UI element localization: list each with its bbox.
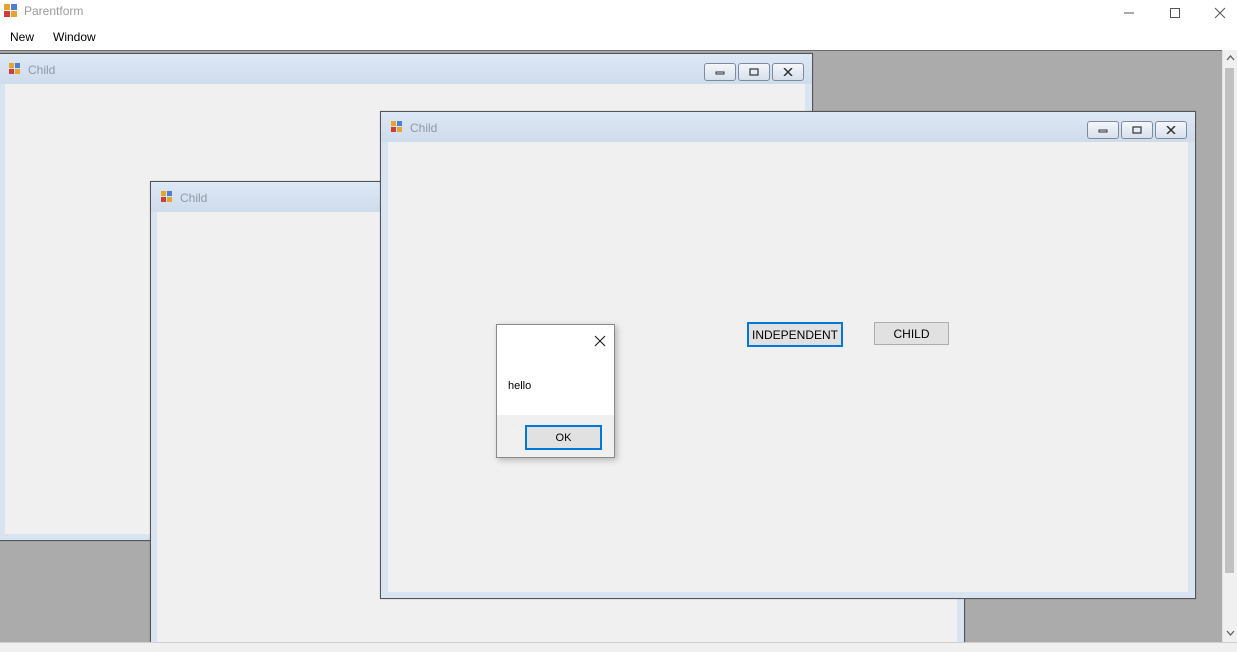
child-button[interactable]: CHILD <box>874 322 949 345</box>
app-icon <box>4 4 17 17</box>
child-caption[interactable] <box>0 54 812 84</box>
child-restore-button[interactable] <box>738 63 770 81</box>
minimize-icon <box>1098 129 1108 133</box>
scrollbar-thumb[interactable] <box>1225 68 1234 573</box>
child-close-button[interactable] <box>1155 121 1187 139</box>
minimize-icon <box>715 71 725 75</box>
close-icon <box>594 335 606 347</box>
close-button[interactable] <box>1197 0 1237 25</box>
child-minimize-button[interactable] <box>704 63 736 81</box>
mdi-restore-icon <box>1132 126 1142 134</box>
mdi-restore-icon <box>749 68 759 76</box>
bottom-strip <box>0 642 1237 652</box>
child-title: Child <box>180 191 208 205</box>
child-title: Child <box>410 121 438 135</box>
maximize-icon <box>1170 7 1180 18</box>
scroll-up-icon[interactable] <box>1226 55 1235 61</box>
close-icon <box>1166 126 1176 134</box>
child-caption[interactable] <box>381 112 1195 142</box>
message-text: hello <box>508 380 532 392</box>
close-icon <box>1214 7 1226 18</box>
minimize-icon <box>1124 12 1134 13</box>
child-minimize-button[interactable] <box>1087 121 1119 139</box>
child-close-button[interactable] <box>772 63 804 81</box>
minimize-button[interactable] <box>1106 0 1152 25</box>
title-bar[interactable]: Parentform <box>0 0 1237 25</box>
child-app-icon <box>161 191 172 202</box>
child-app-icon <box>391 121 402 132</box>
independent-button[interactable]: INDEPENDENT <box>747 322 843 347</box>
ok-button[interactable]: OK <box>525 425 602 450</box>
message-footer: OK <box>497 415 614 457</box>
child-app-icon <box>9 63 20 74</box>
message-close-button[interactable] <box>593 334 607 348</box>
child-title: Child <box>28 63 56 77</box>
scroll-down-icon[interactable] <box>1226 630 1235 636</box>
menu-new[interactable]: New <box>10 30 34 44</box>
window-title: Parentform <box>24 4 84 18</box>
menu-window[interactable]: Window <box>53 30 96 44</box>
close-icon <box>783 68 793 76</box>
menu-bar: New Window <box>0 25 1237 50</box>
message-box[interactable]: hello OK <box>496 324 615 458</box>
maximize-button[interactable] <box>1152 0 1198 25</box>
child-restore-button[interactable] <box>1121 121 1153 139</box>
